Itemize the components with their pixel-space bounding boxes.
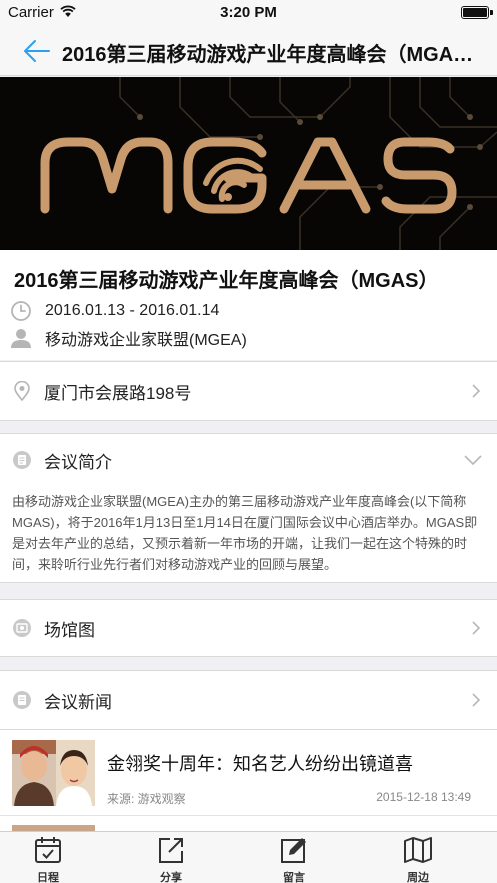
news-source: 来源: 游戏观察	[107, 792, 186, 806]
share-icon	[159, 838, 183, 863]
tab-schedule[interactable]: 日程	[13, 835, 83, 883]
back-arrow-icon[interactable]	[22, 36, 52, 66]
clock-icon	[11, 301, 31, 321]
news-thumbnail	[12, 740, 95, 806]
venue-icon	[13, 619, 31, 637]
chevron-right-icon	[472, 621, 481, 635]
navigation-bar: 2016第三届移动游戏产业年度高峰会（MGAS）	[0, 26, 497, 76]
status-bar: Carrier 3:20 PM	[0, 0, 497, 26]
event-dates: 2016.01.13 - 2016.01.14	[45, 302, 220, 319]
venue-heading: 场馆图	[44, 620, 95, 640]
news-title: 金翎奖十周年：知名艺人纷纷出镜道喜	[107, 754, 413, 774]
intro-section-header[interactable]: 会议简介	[0, 433, 497, 487]
news-date: 2015-12-18 13:49	[376, 790, 471, 804]
tab-label: 分享	[160, 872, 182, 883]
venue-map-cell[interactable]: 场馆图	[0, 599, 497, 657]
location-cell[interactable]: 厦门市会展路198号	[0, 361, 497, 421]
event-dates-row: 2016.01.13 - 2016.01.14	[10, 299, 219, 323]
tab-label: 日程	[37, 872, 59, 883]
tab-share[interactable]: 分享	[136, 835, 206, 883]
battery-level	[463, 8, 487, 17]
event-organizer-row: 移动游戏企业家联盟(MGEA)	[10, 326, 247, 350]
chevron-down-icon	[464, 455, 482, 466]
map-icon	[404, 837, 432, 863]
battery-icon	[461, 6, 493, 19]
chevron-right-icon	[472, 693, 481, 707]
tab-label: 留言	[283, 872, 305, 883]
intro-heading: 会议简介	[44, 452, 112, 472]
tab-bar: 日程 分享 留言 周边	[0, 831, 497, 883]
event-title: 2016第三届移动游戏产业年度高峰会（MGAS）	[14, 270, 439, 292]
clock: 3:20 PM	[220, 4, 277, 21]
calendar-icon	[35, 837, 61, 863]
event-banner	[0, 77, 497, 250]
tab-nearby[interactable]: 周边	[383, 835, 453, 883]
news-heading: 会议新闻	[44, 692, 112, 712]
location-pin-icon	[14, 381, 30, 401]
location-address: 厦门市会展路198号	[44, 383, 192, 403]
mgas-logo	[40, 77, 497, 250]
news-icon	[13, 691, 31, 709]
chevron-right-icon	[472, 384, 481, 398]
document-icon	[13, 451, 31, 469]
event-organizer: 移动游戏企业家联盟(MGEA)	[45, 332, 247, 349]
person-icon	[11, 329, 31, 348]
compose-icon	[281, 838, 306, 863]
nav-title: 2016第三届移动游戏产业年度高峰会（MGAS）	[62, 44, 485, 66]
intro-text: 由移动游戏企业家联盟(MGEA)主办的第三届移动游戏产业年度高峰会(以下简称MG…	[12, 494, 478, 572]
tab-label: 周边	[407, 872, 429, 883]
news-list-item[interactable]: 金翎奖十周年：知名艺人纷纷出镜道喜 来源: 游戏观察 2015-12-18 13…	[0, 730, 497, 816]
event-info-card: 2016第三届移动游戏产业年度高峰会（MGAS） 2016.01.13 - 20…	[0, 250, 497, 360]
intro-text-block: 由移动游戏企业家联盟(MGEA)主办的第三届移动游戏产业年度高峰会(以下简称MG…	[0, 486, 497, 583]
news-section-header[interactable]: 会议新闻	[0, 670, 497, 730]
tab-message[interactable]: 留言	[259, 835, 329, 883]
